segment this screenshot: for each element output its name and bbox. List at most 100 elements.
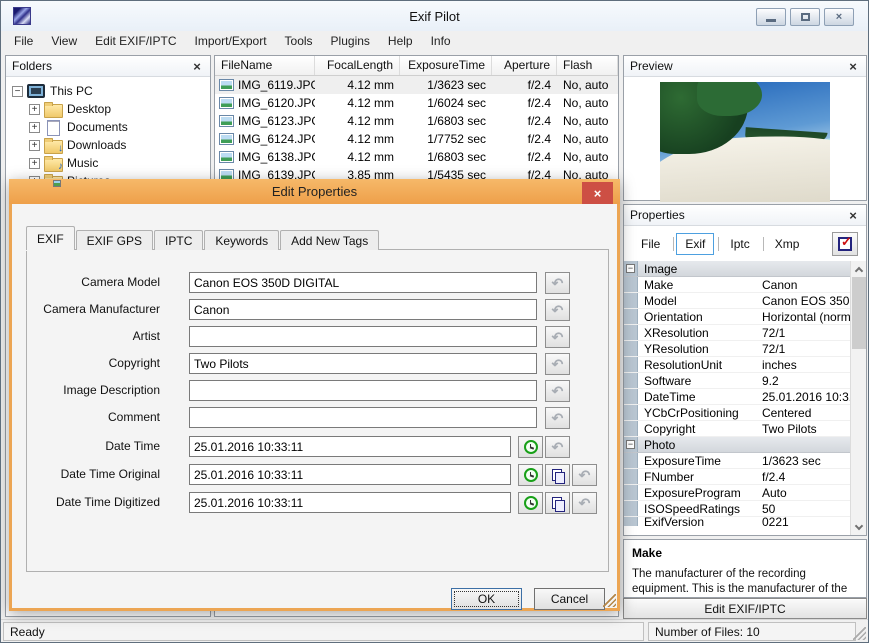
undo-button[interactable]: ↶ (545, 353, 570, 375)
maximize-button[interactable] (790, 8, 820, 26)
dialog-close-button[interactable]: × (582, 182, 613, 204)
clock-button[interactable] (518, 492, 543, 514)
properties-tab-xmp[interactable]: Xmp (766, 233, 809, 255)
scroll-thumb[interactable] (852, 277, 866, 349)
tree-item-music[interactable]: + ♪ Music (6, 154, 210, 172)
menu-item-import-export[interactable]: Import/Export (186, 32, 276, 50)
menu-item-tools[interactable]: Tools (276, 32, 322, 50)
dialog-tab-exif[interactable]: EXIF (26, 226, 75, 250)
properties-tab-iptc[interactable]: Iptc (721, 233, 758, 255)
field-input-date-time-original[interactable] (189, 464, 511, 485)
property-row[interactable]: Copyright Two Pilots (624, 421, 850, 437)
property-group-row[interactable]: − Image (624, 261, 850, 277)
property-row[interactable]: YCbCrPositioning Centered (624, 405, 850, 421)
dialog-tab-keywords[interactable]: Keywords (204, 230, 280, 250)
table-row[interactable]: IMG_6123.JPG 4.12 mm 1/6803 sec f/2.4 No, au… (215, 112, 618, 130)
undo-button[interactable]: ↶ (545, 299, 570, 321)
property-row[interactable]: Software 9.2 (624, 373, 850, 389)
tree-item-desktop[interactable]: + Desktop (6, 100, 210, 118)
table-row[interactable]: IMG_6124.JPG 4.12 mm 1/7752 sec f/2.4 No, au… (215, 130, 618, 148)
column-header-filename[interactable]: FileName (215, 56, 315, 75)
column-header-aperture[interactable]: Aperture (492, 56, 557, 75)
field-input-date-time[interactable] (189, 436, 511, 457)
collapse-icon[interactable]: − (626, 264, 635, 273)
menu-item-file[interactable]: File (5, 32, 42, 50)
property-row[interactable]: Model Canon EOS 350... (624, 293, 850, 309)
edit-exif-iptc-button[interactable]: Edit EXIF/IPTC (623, 598, 867, 619)
property-group-row[interactable]: − Photo (624, 437, 850, 453)
undo-button[interactable]: ↶ (545, 272, 570, 294)
properties-close-icon[interactable]: × (846, 208, 860, 223)
preview-close-icon[interactable]: × (846, 59, 860, 74)
undo-button[interactable]: ↶ (545, 436, 570, 458)
property-row[interactable]: XResolution 72/1 (624, 325, 850, 341)
undo-button[interactable]: ↶ (545, 407, 570, 429)
dialog-tab-exif-gps[interactable]: EXIF GPS (75, 230, 154, 250)
menu-item-info[interactable]: Info (422, 32, 460, 50)
undo-button[interactable]: ↶ (545, 380, 570, 402)
properties-tab-exif[interactable]: Exif (676, 233, 715, 255)
field-label: Date Time Digitized (55, 495, 160, 509)
field-input-comment[interactable] (189, 407, 537, 428)
scroll-down-icon[interactable] (851, 519, 866, 535)
property-row[interactable]: ExifVersion 0221 (624, 517, 850, 526)
property-row[interactable]: ExposureTime 1/3623 sec (624, 453, 850, 469)
clock-button[interactable] (518, 464, 543, 486)
dialog-resize-grip[interactable] (603, 594, 616, 607)
tree-item-documents[interactable]: + Documents (6, 118, 210, 136)
copy-button[interactable] (545, 492, 570, 514)
property-row[interactable]: Orientation Horizontal (normal) (624, 309, 850, 325)
folders-close-icon[interactable]: × (190, 59, 204, 74)
property-row[interactable]: FNumber f/2.4 (624, 469, 850, 485)
menu-item-edit-exif-iptc[interactable]: Edit EXIF/IPTC (86, 32, 185, 50)
property-value: Auto (762, 485, 787, 500)
scroll-up-icon[interactable] (851, 261, 866, 277)
close-button[interactable]: × (824, 8, 854, 26)
menu-item-view[interactable]: View (42, 32, 86, 50)
table-row[interactable]: IMG_6138.JPG 4.12 mm 1/6803 sec f/2.4 No, au… (215, 148, 618, 166)
undo-button[interactable]: ↶ (572, 464, 597, 486)
property-row[interactable]: YResolution 72/1 (624, 341, 850, 357)
field-input-camera-model[interactable] (189, 272, 537, 293)
clock-button[interactable] (518, 436, 543, 458)
field-input-image-description[interactable] (189, 380, 537, 401)
property-row[interactable]: ExposureProgram Auto (624, 485, 850, 501)
menu-item-plugins[interactable]: Plugins (322, 32, 379, 50)
properties-tab-file[interactable]: File (632, 233, 669, 255)
property-row[interactable]: ResolutionUnit inches (624, 357, 850, 373)
table-row[interactable]: IMG_6119.JPG 4.12 mm 1/3623 sec f/2.4 No, au… (215, 76, 618, 94)
dialog-title-bar[interactable]: Edit Properties (9, 179, 620, 204)
properties-scrollbar[interactable] (850, 261, 866, 535)
field-input-copyright[interactable] (189, 353, 537, 374)
property-name: XResolution (644, 325, 709, 340)
copy-button[interactable] (545, 464, 570, 486)
ok-button[interactable]: OK (451, 588, 522, 610)
table-row[interactable]: IMG_6120.JPG 4.12 mm 1/6024 sec f/2.4 No, au… (215, 94, 618, 112)
tree-toggle-icon[interactable]: + (29, 157, 40, 169)
tree-toggle-icon[interactable]: − (12, 85, 23, 97)
property-row[interactable]: DateTime 25.01.2016 10:3... (624, 389, 850, 405)
tree-item-this-pc[interactable]: − This PC (6, 82, 210, 100)
field-input-date-time-digitized[interactable] (189, 492, 511, 513)
tree-toggle-icon[interactable]: + (29, 103, 40, 115)
field-input-artist[interactable] (189, 326, 537, 347)
minimize-button[interactable] (756, 8, 786, 26)
column-header-flash[interactable]: Flash (557, 56, 618, 75)
window-resize-grip[interactable] (853, 627, 866, 640)
column-header-exposuretime[interactable]: ExposureTime (400, 56, 492, 75)
property-row[interactable]: ISOSpeedRatings 50 (624, 501, 850, 517)
undo-button[interactable]: ↶ (545, 326, 570, 348)
collapse-icon[interactable]: − (626, 440, 635, 449)
undo-button[interactable]: ↶ (572, 492, 597, 514)
cancel-button[interactable]: Cancel (534, 588, 605, 610)
dialog-tab-add-new-tags[interactable]: Add New Tags (280, 230, 380, 250)
dialog-tab-iptc[interactable]: IPTC (154, 230, 204, 250)
column-header-focallength[interactable]: FocalLength (315, 56, 400, 75)
edit-properties-icon-button[interactable] (832, 232, 858, 256)
tree-toggle-icon[interactable]: + (29, 139, 40, 151)
tree-item-downloads[interactable]: + ↓ Downloads (6, 136, 210, 154)
property-row[interactable]: Make Canon (624, 277, 850, 293)
field-input-camera-manufacturer[interactable] (189, 299, 537, 320)
tree-toggle-icon[interactable]: + (29, 121, 40, 133)
menu-item-help[interactable]: Help (379, 32, 422, 50)
